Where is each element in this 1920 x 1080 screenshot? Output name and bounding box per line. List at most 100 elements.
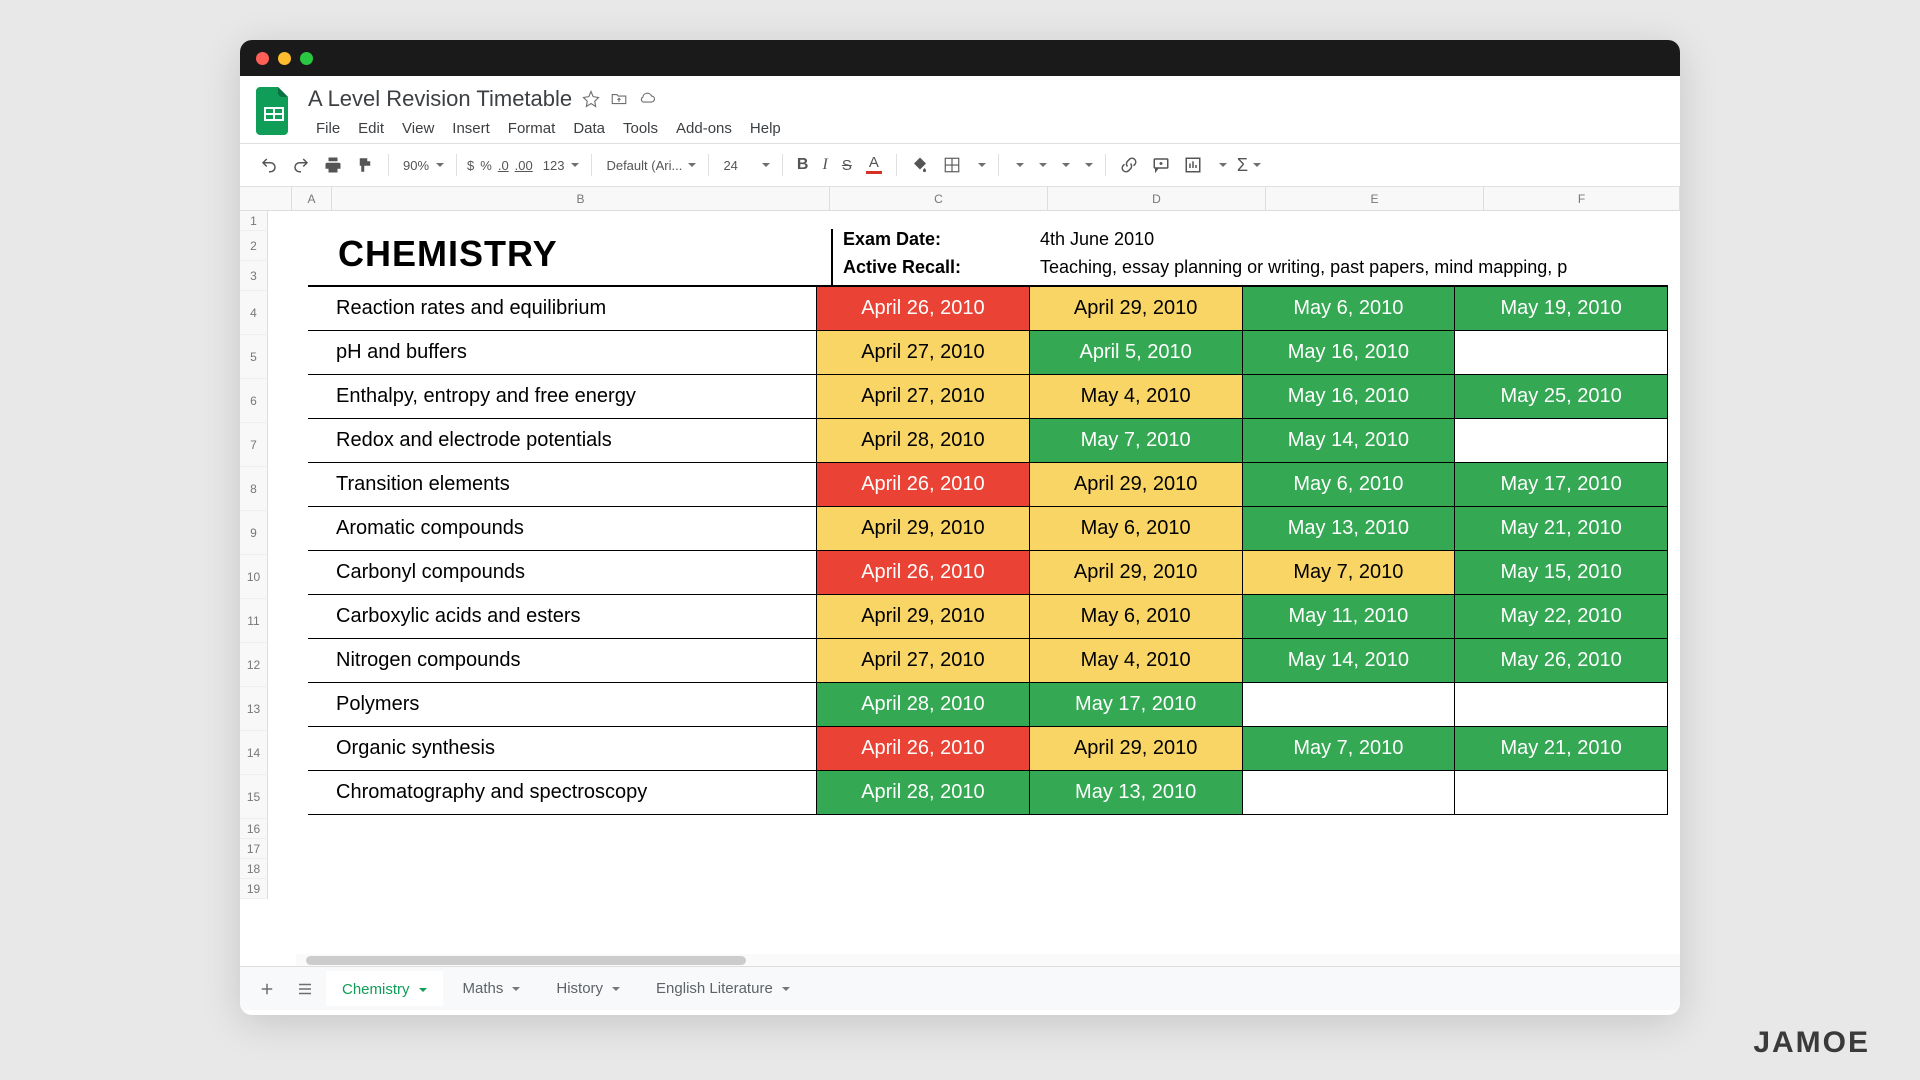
row-header-13[interactable]: 13 (240, 687, 268, 731)
topic-cell[interactable]: Enthalpy, entropy and free energy (308, 374, 817, 418)
date-cell[interactable]: April 27, 2010 (817, 374, 1030, 418)
date-cell[interactable]: May 25, 2010 (1455, 374, 1668, 418)
date-cell[interactable]: May 6, 2010 (1242, 286, 1455, 330)
text-wrap-button[interactable] (1053, 161, 1074, 169)
date-cell[interactable]: May 7, 2010 (1242, 726, 1455, 770)
topic-cell[interactable]: Aromatic compounds (308, 506, 817, 550)
functions-button[interactable]: Σ (1233, 153, 1265, 178)
text-color-button[interactable]: A (860, 152, 888, 178)
topic-cell[interactable]: Carboxylic acids and esters (308, 594, 817, 638)
move-folder-icon[interactable] (610, 90, 628, 108)
column-header-A[interactable]: A (292, 187, 332, 210)
date-cell[interactable]: April 27, 2010 (817, 638, 1030, 682)
date-cell[interactable]: April 28, 2010 (817, 770, 1030, 814)
tab-menu-icon[interactable] (612, 987, 620, 991)
undo-button[interactable] (254, 152, 284, 178)
row-header-17[interactable]: 17 (240, 839, 268, 859)
date-cell[interactable]: April 28, 2010 (817, 418, 1030, 462)
table-row[interactable]: Carbonyl compoundsApril 26, 2010April 29… (308, 550, 1668, 594)
menu-add-ons[interactable]: Add-ons (668, 116, 740, 141)
date-cell[interactable] (1455, 330, 1668, 374)
date-cell[interactable]: May 14, 2010 (1242, 418, 1455, 462)
select-all-corner[interactable] (240, 187, 292, 210)
date-cell[interactable]: April 28, 2010 (817, 682, 1030, 726)
date-cell[interactable]: May 11, 2010 (1242, 594, 1455, 638)
table-row[interactable]: Redox and electrode potentialsApril 28, … (308, 418, 1668, 462)
italic-button[interactable]: I (816, 152, 833, 178)
date-cell[interactable] (1242, 770, 1455, 814)
window-zoom-button[interactable] (300, 52, 313, 65)
table-row[interactable]: Enthalpy, entropy and free energyApril 2… (308, 374, 1668, 418)
menu-help[interactable]: Help (742, 116, 789, 141)
fill-color-button[interactable] (905, 152, 935, 178)
insert-chart-button[interactable] (1178, 152, 1208, 178)
date-cell[interactable]: April 29, 2010 (1029, 550, 1242, 594)
bold-button[interactable]: B (791, 152, 815, 178)
table-row[interactable]: Aromatic compoundsApril 29, 2010May 6, 2… (308, 506, 1668, 550)
scroll-handle[interactable] (306, 956, 746, 965)
sheet-tab-english-literature[interactable]: English Literature (640, 971, 806, 1006)
date-cell[interactable]: May 17, 2010 (1029, 682, 1242, 726)
window-minimize-button[interactable] (278, 52, 291, 65)
date-cell[interactable]: April 29, 2010 (1029, 726, 1242, 770)
borders-button[interactable] (937, 152, 967, 178)
tab-menu-icon[interactable] (782, 987, 790, 991)
date-cell[interactable] (1455, 682, 1668, 726)
date-cell[interactable]: May 15, 2010 (1455, 550, 1668, 594)
merge-cells-button[interactable] (969, 161, 990, 169)
row-header-10[interactable]: 10 (240, 555, 268, 599)
active-recall-value[interactable]: Teaching, essay planning or writing, pas… (1040, 257, 1567, 285)
date-cell[interactable]: April 29, 2010 (817, 506, 1030, 550)
date-cell[interactable]: May 21, 2010 (1455, 726, 1668, 770)
insert-comment-button[interactable] (1146, 152, 1176, 178)
exam-date-label[interactable]: Exam Date: (843, 229, 1040, 257)
date-cell[interactable] (1455, 770, 1668, 814)
row-header-14[interactable]: 14 (240, 731, 268, 775)
date-cell[interactable]: April 29, 2010 (817, 594, 1030, 638)
row-header-6[interactable]: 6 (240, 379, 268, 423)
revision-table[interactable]: Reaction rates and equilibriumApril 26, … (308, 285, 1668, 815)
date-cell[interactable]: May 13, 2010 (1029, 770, 1242, 814)
date-cell[interactable]: May 7, 2010 (1242, 550, 1455, 594)
exam-date-value[interactable]: 4th June 2010 (1040, 229, 1154, 257)
horizontal-scrollbar[interactable] (296, 954, 1680, 966)
paint-format-button[interactable] (350, 152, 380, 178)
column-header-E[interactable]: E (1266, 187, 1484, 210)
font-selector[interactable]: Default (Ari... (600, 154, 700, 177)
menu-tools[interactable]: Tools (615, 116, 666, 141)
window-close-button[interactable] (256, 52, 269, 65)
date-cell[interactable]: May 6, 2010 (1242, 462, 1455, 506)
date-cell[interactable]: May 6, 2010 (1029, 506, 1242, 550)
topic-cell[interactable]: Chromatography and spectroscopy (308, 770, 817, 814)
zoom-selector[interactable]: 90% (397, 154, 448, 177)
topic-cell[interactable]: Redox and electrode potentials (308, 418, 817, 462)
row-header-3[interactable]: 3 (240, 261, 268, 291)
date-cell[interactable]: May 26, 2010 (1455, 638, 1668, 682)
vertical-align-button[interactable] (1030, 161, 1051, 169)
column-header-C[interactable]: C (830, 187, 1048, 210)
table-row[interactable]: Transition elementsApril 26, 2010April 2… (308, 462, 1668, 506)
row-header-8[interactable]: 8 (240, 467, 268, 511)
row-header-9[interactable]: 9 (240, 511, 268, 555)
date-cell[interactable]: May 14, 2010 (1242, 638, 1455, 682)
topic-cell[interactable]: pH and buffers (308, 330, 817, 374)
topic-cell[interactable]: Reaction rates and equilibrium (308, 286, 817, 330)
print-button[interactable] (318, 152, 348, 178)
cloud-status-icon[interactable] (638, 90, 656, 108)
strikethrough-button[interactable]: S (836, 153, 858, 178)
page-title[interactable]: CHEMISTRY (338, 233, 558, 275)
topic-cell[interactable]: Organic synthesis (308, 726, 817, 770)
date-cell[interactable]: May 7, 2010 (1029, 418, 1242, 462)
row-header-4[interactable]: 4 (240, 291, 268, 335)
font-size-selector[interactable]: 24 (717, 154, 773, 177)
percent-format-button[interactable]: % (478, 156, 494, 175)
row-header-1[interactable]: 1 (240, 211, 268, 231)
tab-menu-icon[interactable] (512, 987, 520, 991)
column-header-B[interactable]: B (332, 187, 830, 210)
text-rotation-button[interactable] (1076, 161, 1097, 169)
add-sheet-button[interactable] (250, 974, 284, 1004)
row-header-7[interactable]: 7 (240, 423, 268, 467)
column-header-D[interactable]: D (1048, 187, 1266, 210)
document-title[interactable]: A Level Revision Timetable (308, 86, 572, 112)
star-icon[interactable] (582, 90, 600, 108)
